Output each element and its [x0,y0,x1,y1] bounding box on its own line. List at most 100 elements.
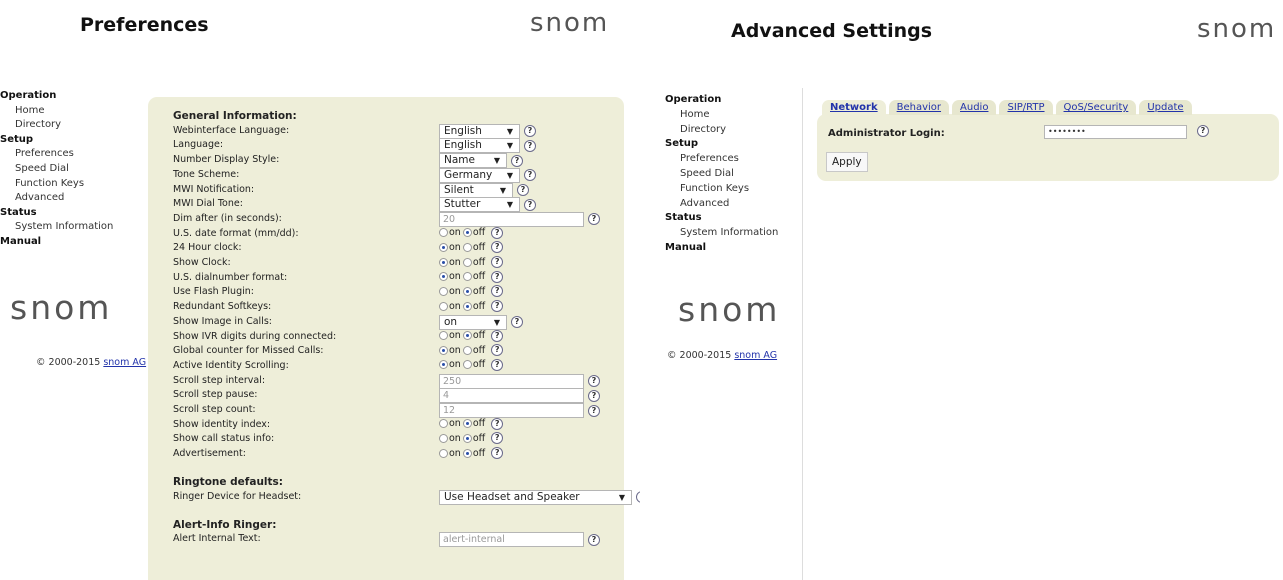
help-icon[interactable]: ? [636,491,640,504]
help-icon[interactable]: ? [524,139,536,152]
nav-item-system-information[interactable]: System Information [0,220,140,235]
radio-on[interactable] [439,301,448,311]
tab-sip-rtp[interactable]: SIP/RTP [999,100,1053,115]
apply-button[interactable]: Apply [826,152,868,172]
radio-on[interactable] [439,419,448,429]
nav-item-speed-dial[interactable]: Speed Dial [665,167,805,182]
select-dropdown[interactable]: Stutter ▼ [439,197,520,213]
help-icon[interactable]: ? [524,125,536,138]
tab-network[interactable]: Network [822,100,886,115]
help-icon[interactable]: ? [517,184,529,196]
radio-label-on: on [449,271,461,283]
select-dropdown[interactable]: Name ▼ [439,153,507,169]
help-icon[interactable]: ? [491,241,504,254]
radio-off[interactable] [462,301,472,311]
help-icon[interactable]: ? [491,285,504,298]
help-icon[interactable]: ? [524,198,536,211]
radio-off[interactable] [462,345,472,355]
radio-on[interactable] [439,448,448,458]
nav-item-function-keys[interactable]: Function Keys [665,182,805,197]
radio-off[interactable] [462,257,472,267]
header-brand-logo: snom [530,8,610,38]
radio-off[interactable] [462,242,472,252]
nav-item-function-keys[interactable]: Function Keys [0,177,140,192]
select-dropdown[interactable]: Use Headset and Speaker ▼ [439,489,632,505]
help-icon[interactable]: ? [491,300,504,313]
text-input[interactable]: 12 [439,403,584,418]
text-input[interactable]: 250 [439,373,584,389]
nav-item-advanced[interactable]: Advanced [0,191,140,206]
help-icon[interactable]: ? [1197,125,1209,137]
radio-label-off: off [472,285,486,297]
help-icon[interactable]: ? [511,316,523,329]
form-row: 24 Hour clock: on off? [173,241,613,256]
help-icon[interactable]: ? [588,375,600,388]
radio-off[interactable] [462,419,472,429]
tab-update[interactable]: Update [1139,100,1192,115]
select-dropdown[interactable]: English ▼ [439,123,520,139]
admin-login-label: Administrator Login: [828,128,945,139]
help-icon[interactable]: ? [491,226,504,239]
help-icon[interactable]: ? [588,389,600,402]
radio-on[interactable] [439,433,448,443]
radio-on[interactable] [439,257,448,267]
radio-on[interactable] [439,360,448,370]
field-control: on off? [439,358,504,371]
text-input[interactable]: 4 [439,388,584,404]
radio-off[interactable] [462,272,472,282]
nav-item-preferences[interactable]: Preferences [665,152,805,167]
field-label: Global counter for Missed Calls: [173,345,324,357]
help-icon[interactable]: ? [588,404,600,417]
radio-on[interactable] [439,242,448,252]
nav-section-manual[interactable]: Manual [0,235,140,250]
select-dropdown[interactable]: on ▼ [439,314,507,330]
nav-item-home[interactable]: Home [0,104,140,119]
radio-off[interactable] [462,360,472,370]
radio-off[interactable] [462,433,472,443]
radio-on[interactable] [439,331,448,340]
radio-on[interactable] [439,272,448,282]
help-icon[interactable]: ? [491,344,504,357]
help-icon[interactable]: ? [491,447,504,460]
radio-on[interactable] [439,228,448,238]
help-icon[interactable]: ? [491,358,504,371]
nav-item-preferences[interactable]: Preferences [0,147,140,162]
radio-on[interactable] [439,345,448,355]
help-icon[interactable]: ? [491,270,504,283]
admin-login-password-field[interactable]: •••••••• [1044,125,1187,139]
radio-on[interactable] [439,286,448,296]
tab-behavior[interactable]: Behavior [888,100,950,115]
radio-off[interactable] [462,331,472,340]
tab-qos-security[interactable]: QoS/Security [1055,100,1137,115]
nav-item-system-information[interactable]: System Information [665,226,805,241]
field-label: Use Flash Plugin: [173,286,254,298]
radio-label-on: on [449,447,461,459]
nav-item-directory[interactable]: Directory [665,123,805,138]
select-dropdown[interactable]: Silent ▼ [439,182,513,198]
select-dropdown[interactable]: Germany ▼ [439,167,520,183]
text-input[interactable]: alert-internal [439,532,584,548]
field-label: Scroll step count: [173,404,256,415]
nav-section-manual[interactable]: Manual [665,241,805,256]
radio-label-on: on [449,344,461,356]
help-icon[interactable]: ? [491,329,504,342]
tab-audio[interactable]: Audio [952,100,997,115]
help-icon[interactable]: ? [491,417,504,430]
nav-item-directory[interactable]: Directory [0,118,140,133]
help-icon[interactable]: ? [588,533,600,546]
help-icon[interactable]: ? [511,154,523,167]
help-icon[interactable]: ? [491,432,504,445]
copyright-link[interactable]: snom AG [734,350,777,361]
help-icon[interactable]: ? [524,169,536,182]
nav-item-advanced[interactable]: Advanced [665,197,805,212]
nav-item-home[interactable]: Home [665,108,805,123]
copyright-link[interactable]: snom AG [103,357,146,368]
text-input[interactable]: 20 [439,211,584,227]
select-dropdown[interactable]: English ▼ [439,138,520,154]
radio-off[interactable] [462,448,472,458]
radio-off[interactable] [462,228,472,238]
nav-item-speed-dial[interactable]: Speed Dial [0,162,140,177]
help-icon[interactable]: ? [588,213,600,226]
help-icon[interactable]: ? [491,256,504,268]
radio-off[interactable] [462,286,472,296]
